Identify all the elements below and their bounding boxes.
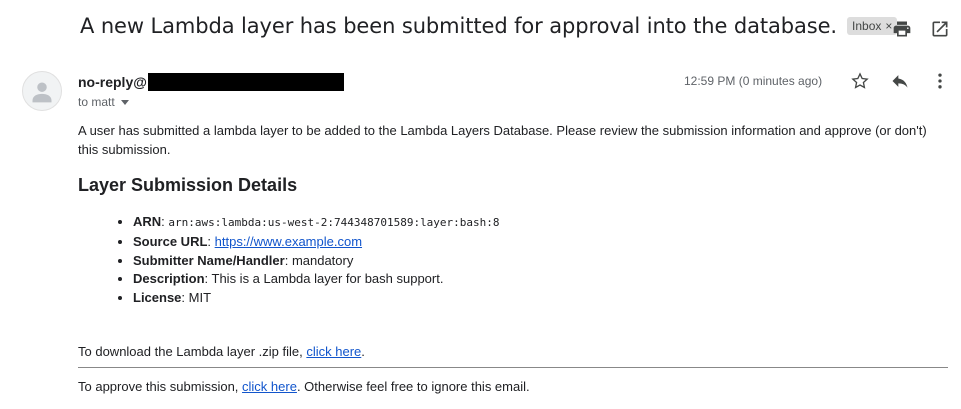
open-in-new-window-icon[interactable]	[929, 18, 951, 40]
message-timestamp: 12:59 PM (0 minutes ago)	[684, 74, 823, 88]
default-person-icon	[32, 82, 52, 103]
detail-arn: ARN: arn:aws:lambda:us-west-2:7443487015…	[133, 213, 948, 233]
description-value: This is a Lambda layer for bash support.	[211, 271, 444, 287]
redacted-email-block	[147, 73, 344, 91]
message-actions	[849, 70, 951, 92]
sender-line: no-reply@	[78, 73, 344, 91]
reply-icon[interactable]	[889, 70, 911, 92]
recipient-text: to matt	[78, 95, 115, 109]
email-body: A user has submitted a lambda layer to b…	[78, 121, 948, 396]
star-icon[interactable]	[849, 70, 871, 92]
license-value: MIT	[188, 290, 212, 306]
details-heading: Layer Submission Details	[78, 175, 298, 195]
email-subject: A new Lambda layer has been submitted fo…	[80, 14, 838, 38]
submitter-value: mandatory	[291, 252, 354, 268]
label-name: Inbox	[852, 19, 882, 33]
detail-submitter: Submitter Name/Handler: mandatory	[133, 252, 948, 271]
arn-value: arn:aws:lambda:us-west-2:744348701589:la…	[168, 216, 500, 229]
thread-actions	[891, 18, 951, 40]
details-list: ARN: arn:aws:lambda:us-west-2:7443487015…	[78, 213, 948, 308]
approve-paragraph: To approve this submission, click here. …	[78, 378, 530, 394]
print-icon[interactable]	[891, 18, 913, 40]
more-vert-icon[interactable]	[929, 70, 951, 92]
recipient-details-toggle[interactable]: to matt	[78, 95, 129, 109]
chevron-down-icon	[120, 99, 129, 105]
approve-link[interactable]: click here	[242, 379, 297, 394]
detail-license: License: MIT	[133, 289, 948, 308]
intro-paragraph: A user has submitted a lambda layer to b…	[78, 123, 927, 157]
sender-avatar[interactable]	[22, 71, 62, 111]
sender-name[interactable]: no-reply@	[78, 74, 147, 90]
inbox-label-chip[interactable]: Inbox ×	[847, 17, 898, 35]
detail-source-url: Source URL: https://www.example.com	[133, 233, 948, 252]
email-subject-row: A new Lambda layer has been submitted fo…	[80, 14, 898, 38]
download-paragraph: To download the Lambda layer .zip file, …	[78, 343, 365, 359]
source-url-link[interactable]: https://www.example.com	[215, 234, 362, 249]
divider	[78, 366, 948, 368]
download-link[interactable]: click here	[306, 344, 361, 359]
detail-description: Description: This is a Lambda layer for …	[133, 270, 948, 289]
